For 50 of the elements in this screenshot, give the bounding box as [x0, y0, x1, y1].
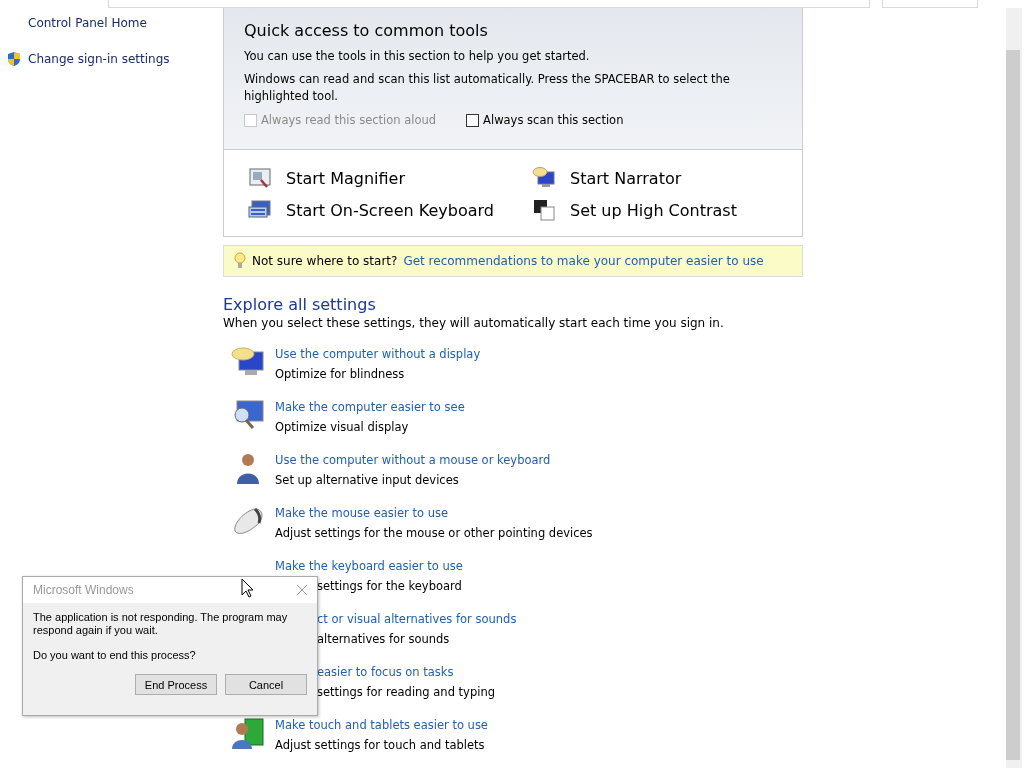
setting-link[interactable]: easier to focus on tasks	[317, 665, 495, 679]
dialog-button[interactable]: Cancel	[225, 674, 307, 695]
speech-monitor-icon	[231, 346, 265, 378]
scrollbar[interactable]	[1006, 8, 1022, 768]
checkbox-label: Always read this section aloud	[261, 113, 437, 127]
setting-link[interactable]: Use the computer without a mouse or keyboard	[275, 453, 551, 467]
tool-link[interactable]: Set up High Contrast	[570, 200, 737, 220]
tool-link[interactable]: Start On-Screen Keyboard	[286, 200, 494, 220]
tool-link[interactable]: Start Narrator	[570, 168, 682, 188]
search-field[interactable]	[882, 0, 978, 8]
sidebar-link[interactable]: Control Panel Home	[28, 16, 147, 30]
setting-description: Optimize for blindness	[275, 367, 406, 381]
contrast-icon	[532, 198, 556, 222]
setting-link[interactable]: ct or visual alternatives for sounds	[317, 612, 517, 626]
setting-link[interactable]: Make the keyboard easier to use	[275, 559, 463, 573]
setting-link[interactable]: Make touch and tablets easier to use	[275, 718, 488, 732]
dialog-question: Do you want to end this process?	[33, 649, 197, 662]
setting-description: Optimize visual display	[275, 420, 410, 434]
scrollbar-thumb[interactable]	[1006, 50, 1020, 760]
magnifier-icon	[248, 166, 272, 190]
checkbox[interactable]	[466, 113, 480, 127]
section-title: Explore all settings	[223, 295, 377, 314]
lightbulb-icon	[234, 252, 246, 270]
setting-description: alternatives for sounds	[317, 632, 451, 646]
monitor-magnifier-icon	[231, 399, 265, 431]
dialog-title: Microsoft Windows	[33, 583, 134, 597]
speech-monitor-icon	[532, 166, 556, 190]
sidebar-link[interactable]: Change sign-in settings	[28, 52, 170, 66]
setting-link[interactable]: Use the computer without a display	[275, 347, 481, 361]
section-text: You can use the tools in this section to help you get started.	[244, 48, 591, 65]
setting-link[interactable]: Make the computer easier to see	[275, 400, 465, 414]
tool-link[interactable]: Start Magnifier	[286, 168, 406, 188]
recommendations-link[interactable]: Get recommendations to make your computer easier to use	[403, 254, 764, 268]
setting-description: Set up alternative input devices	[275, 473, 460, 487]
close-icon[interactable]	[297, 585, 307, 595]
section-text: Windows can read and scan this list automatically. Press the SPACEBAR to select the highlighted tool.	[244, 71, 731, 105]
setting-description: Adjust settings for the mouse or other pointing devices	[275, 526, 593, 540]
dialog-message: The application is not responding. The program may respond again if you wait.	[33, 611, 289, 637]
setting-description: settings for reading and typing	[317, 685, 495, 699]
shield-icon	[6, 51, 22, 67]
setting-description: settings for the keyboard	[317, 579, 463, 593]
dialog-button[interactable]: End Process	[135, 674, 217, 695]
section-text: When you select these settings, they will automatically start each time you sign in.	[223, 316, 725, 330]
mouse-icon	[231, 505, 265, 537]
section-title: Quick access to common tools	[244, 21, 489, 40]
setting-description: Adjust settings for touch and tablets	[275, 738, 486, 752]
setting-link[interactable]: Make the mouse easier to use	[275, 506, 593, 520]
tip-text: Not sure where to start?	[252, 254, 398, 268]
checkbox-label: Always scan this section	[483, 113, 624, 127]
person-tablet-icon	[231, 717, 265, 749]
